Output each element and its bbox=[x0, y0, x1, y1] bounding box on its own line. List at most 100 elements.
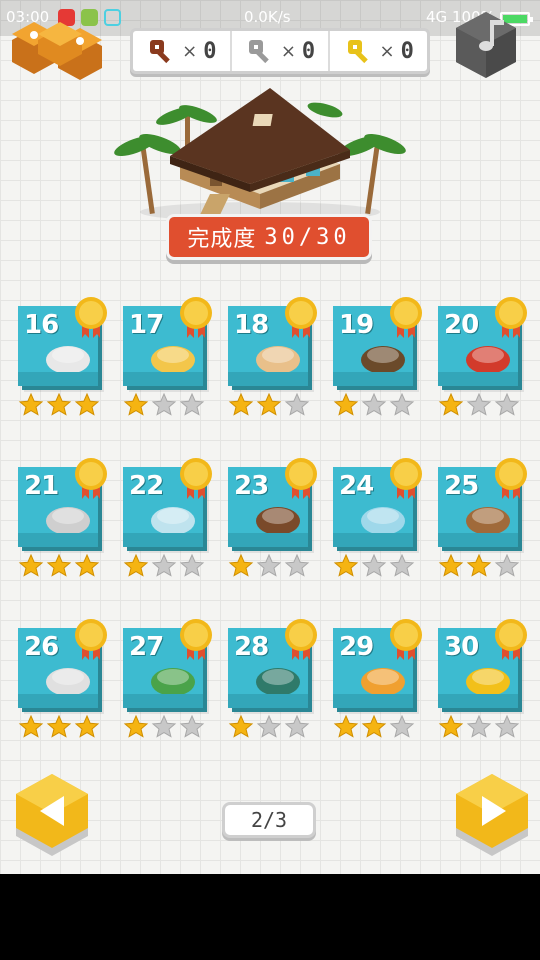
level-tile[interactable]: 18 bbox=[228, 296, 317, 418]
times-sign: × bbox=[280, 40, 296, 62]
star-rating bbox=[228, 714, 314, 740]
level-tile[interactable]: 21 bbox=[18, 457, 107, 579]
star-rating bbox=[123, 714, 209, 740]
key-counter-bronze: × 0 bbox=[133, 31, 232, 71]
music-toggle-button[interactable] bbox=[452, 8, 520, 82]
card-stripe bbox=[18, 533, 98, 547]
times-sign: × bbox=[182, 40, 198, 62]
navigation-bar-area bbox=[0, 874, 540, 960]
level-tile[interactable]: 28 bbox=[228, 618, 317, 740]
medal-icon bbox=[285, 297, 317, 338]
completion-banner: 完成度 30/30 bbox=[166, 214, 372, 260]
key-counter-silver: × 0 bbox=[232, 31, 331, 71]
star-empty-icon bbox=[179, 392, 205, 416]
star-filled-icon bbox=[228, 553, 254, 577]
level-tile[interactable]: 27 bbox=[123, 618, 212, 740]
game-screen: 03:00 0.0K/s 4G 100% × 0 × 0 × 0 完成度 30/… bbox=[0, 0, 540, 874]
medal-icon bbox=[390, 297, 422, 338]
star-empty-icon bbox=[494, 553, 520, 577]
star-filled-icon bbox=[74, 392, 100, 416]
medal-icon bbox=[285, 458, 317, 499]
star-rating bbox=[438, 392, 524, 418]
level-tile[interactable]: 29 bbox=[333, 618, 422, 740]
star-filled-icon bbox=[228, 392, 254, 416]
star-filled-icon bbox=[333, 714, 359, 738]
level-tile[interactable]: 16 bbox=[18, 296, 107, 418]
star-rating bbox=[333, 714, 419, 740]
level-tile[interactable]: 20 bbox=[438, 296, 527, 418]
silver-key-icon bbox=[248, 40, 269, 64]
level-number: 23 bbox=[234, 471, 269, 501]
level-tile[interactable]: 22 bbox=[123, 457, 212, 579]
star-filled-icon bbox=[123, 553, 149, 577]
star-filled-icon bbox=[18, 714, 44, 738]
star-rating bbox=[123, 553, 209, 579]
level-tile[interactable]: 17 bbox=[123, 296, 212, 418]
star-empty-icon bbox=[151, 714, 177, 738]
medal-icon bbox=[75, 297, 107, 338]
star-filled-icon bbox=[74, 553, 100, 577]
star-empty-icon bbox=[389, 392, 415, 416]
level-tile[interactable]: 19 bbox=[333, 296, 422, 418]
completion-value: 30/30 bbox=[264, 224, 351, 250]
level-tile[interactable]: 23 bbox=[228, 457, 317, 579]
level-number: 26 bbox=[24, 632, 59, 662]
star-filled-icon bbox=[466, 553, 492, 577]
bronze-key-icon bbox=[150, 40, 170, 64]
key-counter-gold: × 0 bbox=[330, 31, 427, 71]
medal-icon bbox=[180, 297, 212, 338]
star-rating bbox=[438, 714, 524, 740]
star-rating bbox=[333, 553, 419, 579]
level-tile[interactable]: 24 bbox=[333, 457, 422, 579]
card-stripe bbox=[438, 372, 518, 386]
star-filled-icon bbox=[123, 392, 149, 416]
home-menu-button[interactable] bbox=[8, 10, 118, 84]
star-empty-icon bbox=[361, 392, 387, 416]
level-tile[interactable]: 26 bbox=[18, 618, 107, 740]
card-stripe bbox=[123, 694, 203, 708]
star-empty-icon bbox=[466, 392, 492, 416]
star-empty-icon bbox=[179, 553, 205, 577]
medal-icon bbox=[390, 458, 422, 499]
key-count: 0 bbox=[400, 38, 414, 64]
key-count: 0 bbox=[301, 38, 316, 64]
star-empty-icon bbox=[256, 553, 282, 577]
star-filled-icon bbox=[123, 714, 149, 738]
level-number: 19 bbox=[339, 310, 374, 340]
card-stripe bbox=[123, 533, 203, 547]
star-rating bbox=[333, 392, 419, 418]
completion-label: 完成度 bbox=[187, 227, 257, 252]
medal-icon bbox=[285, 619, 317, 660]
star-filled-icon bbox=[228, 714, 254, 738]
previous-page-button[interactable] bbox=[12, 772, 92, 860]
times-sign: × bbox=[379, 40, 395, 62]
level-tile[interactable]: 25 bbox=[438, 457, 527, 579]
star-empty-icon bbox=[256, 714, 282, 738]
star-empty-icon bbox=[179, 714, 205, 738]
level-number: 28 bbox=[234, 632, 269, 662]
card-stripe bbox=[333, 372, 413, 386]
star-filled-icon bbox=[361, 714, 387, 738]
level-number: 16 bbox=[24, 310, 59, 340]
card-stripe bbox=[18, 372, 98, 386]
card-stripe bbox=[228, 694, 308, 708]
star-empty-icon bbox=[284, 553, 310, 577]
level-tile[interactable]: 30 bbox=[438, 618, 527, 740]
level-number: 30 bbox=[444, 632, 479, 662]
card-stripe bbox=[333, 533, 413, 547]
star-filled-icon bbox=[438, 714, 464, 738]
star-filled-icon bbox=[18, 392, 44, 416]
level-number: 27 bbox=[129, 632, 164, 662]
network-type: 4G bbox=[426, 8, 448, 26]
level-number: 24 bbox=[339, 471, 374, 501]
page-indicator: 2/3 bbox=[222, 802, 316, 838]
star-empty-icon bbox=[389, 553, 415, 577]
card-stripe bbox=[228, 533, 308, 547]
star-filled-icon bbox=[256, 392, 282, 416]
medal-icon bbox=[180, 458, 212, 499]
card-stripe bbox=[438, 694, 518, 708]
star-filled-icon bbox=[438, 392, 464, 416]
medal-icon bbox=[495, 458, 527, 499]
gold-key-icon bbox=[347, 40, 368, 64]
next-page-button[interactable] bbox=[452, 772, 532, 860]
